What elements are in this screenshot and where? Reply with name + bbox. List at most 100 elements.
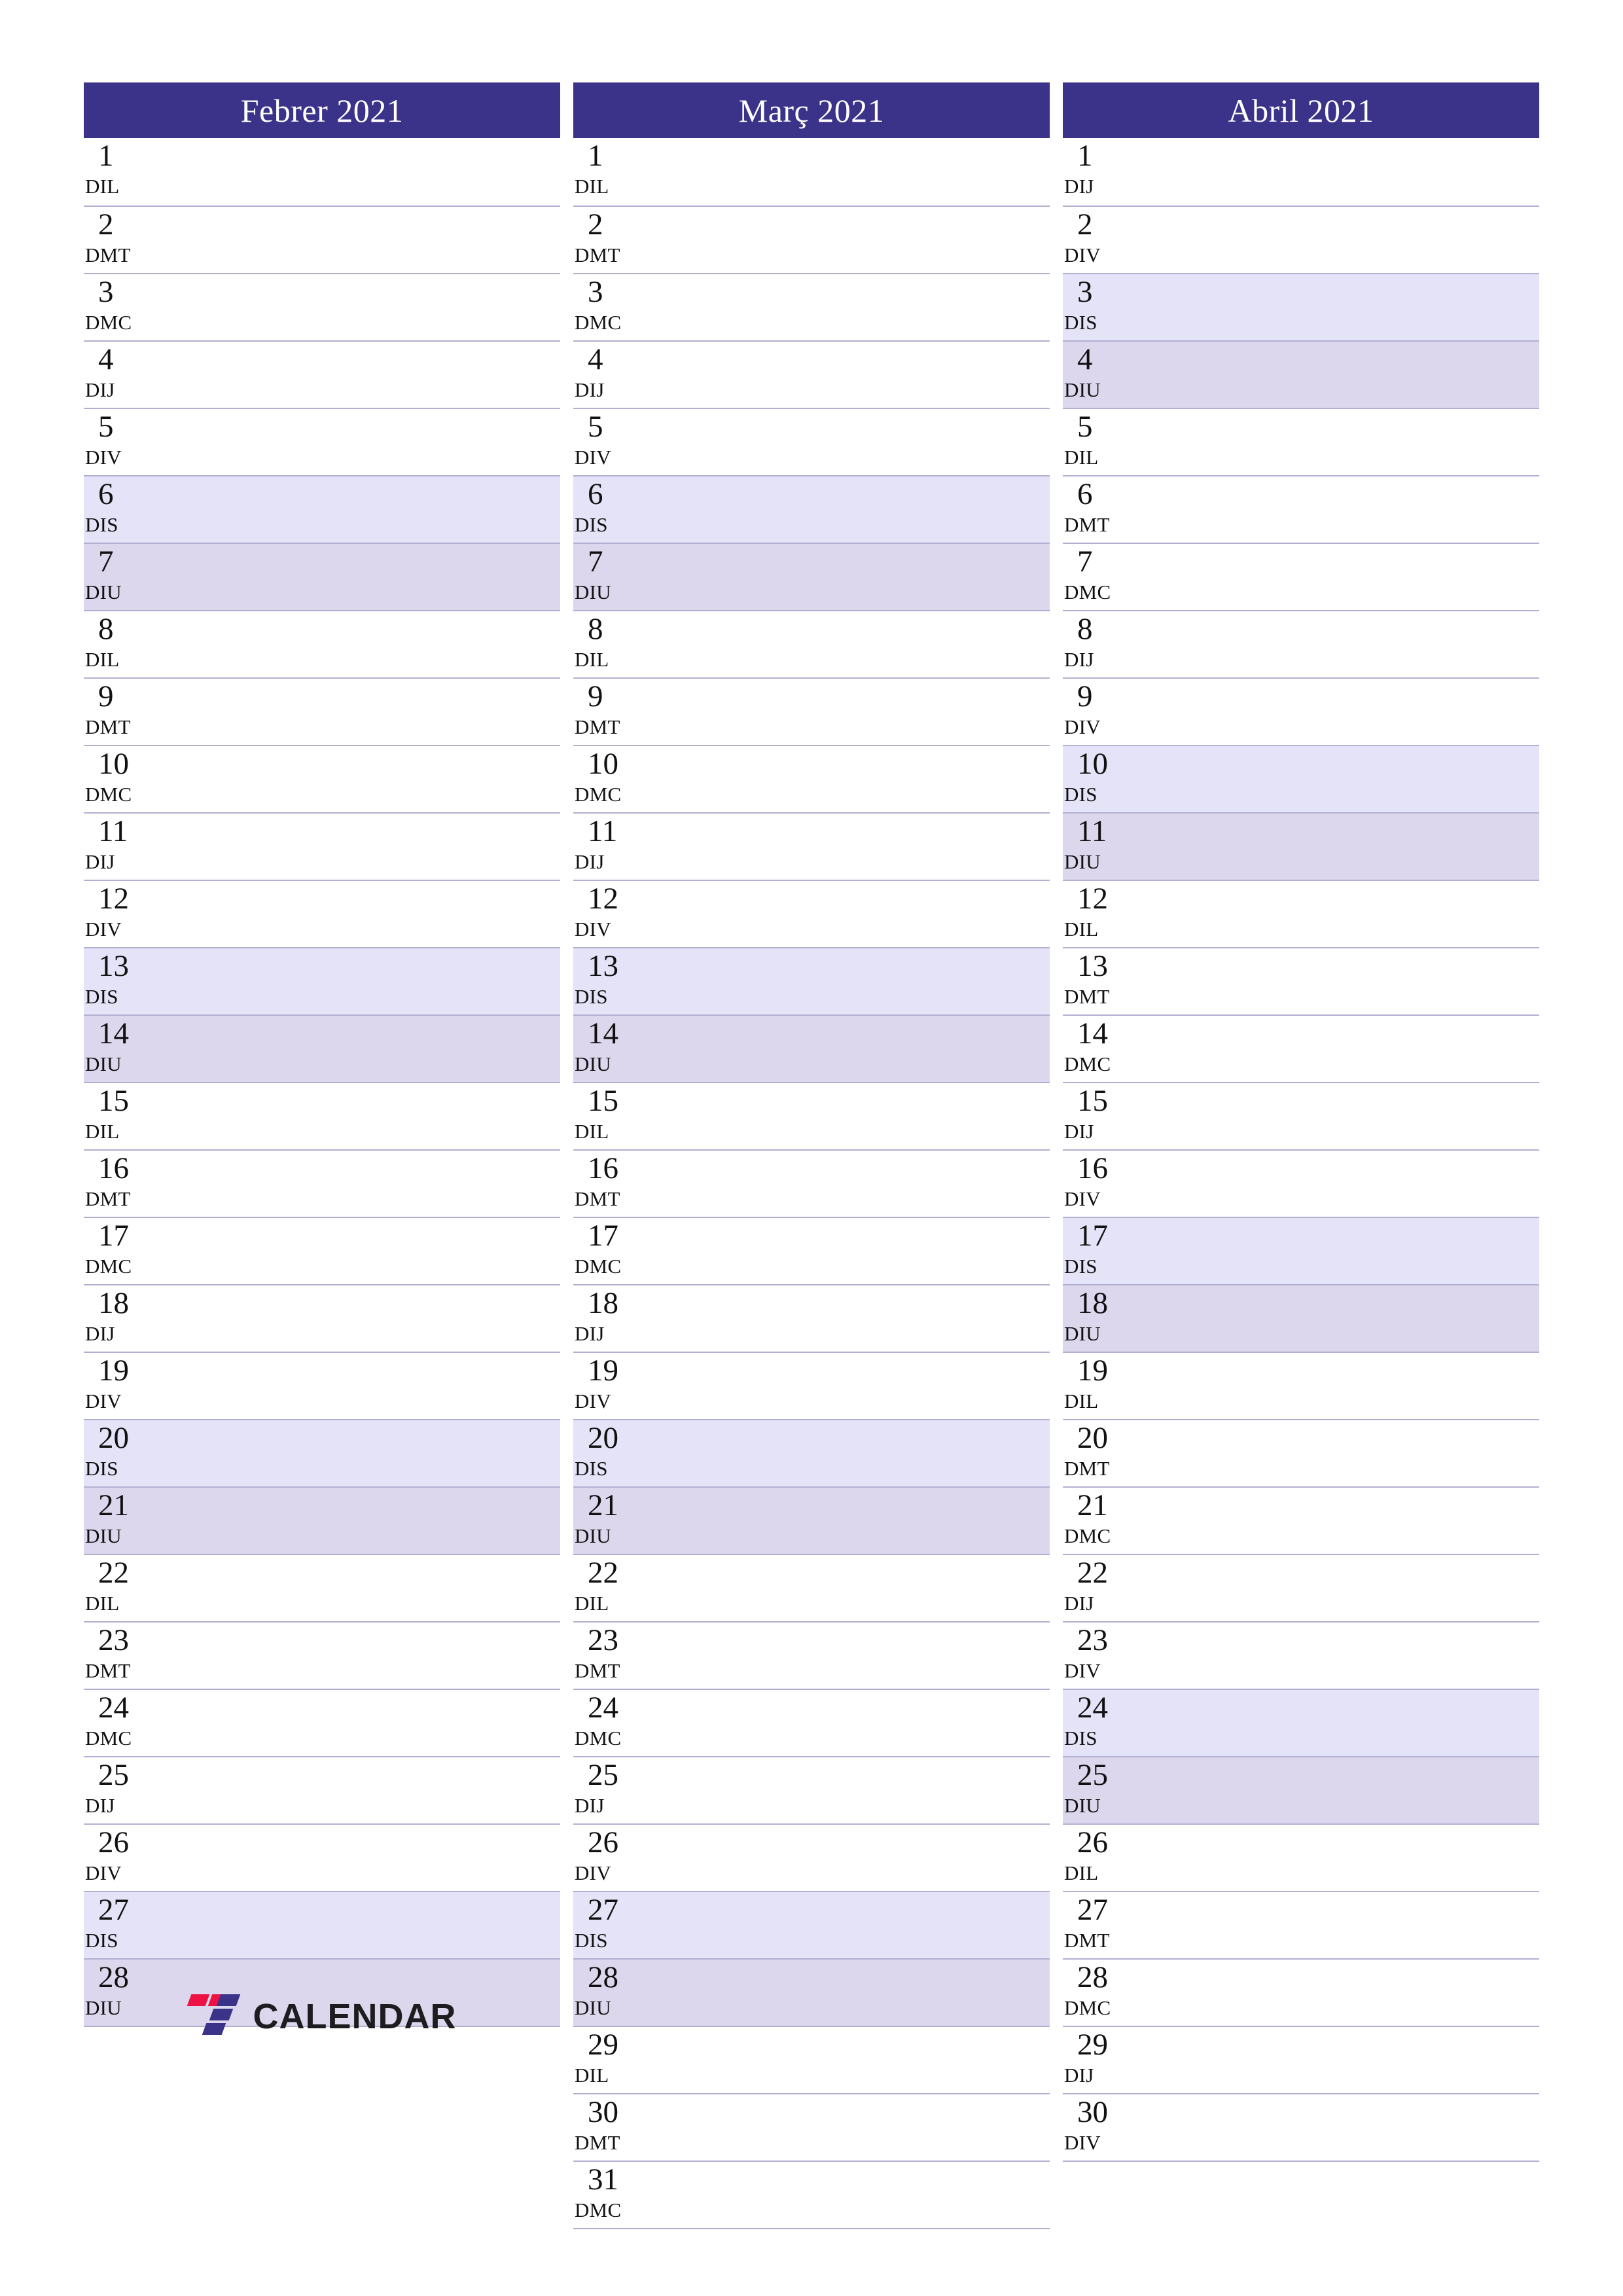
day-row[interactable]: 1 DIL [84,138,560,206]
day-row[interactable]: 5 DIV [573,408,1050,475]
day-row[interactable]: 10 DMC [84,745,560,812]
day-row[interactable]: 16 DIV [1063,1149,1539,1217]
day-row[interactable]: 3 DIS [1063,273,1539,340]
day-row[interactable]: 26 DIV [573,1823,1050,1891]
day-number: 25 [1077,1758,1108,1792]
day-row[interactable]: 16 DMT [84,1149,560,1217]
day-row[interactable]: 8 DIJ [1063,610,1539,677]
day-row[interactable]: 30 DMT [573,2093,1050,2161]
day-weekday-abbr: DMC [575,1727,622,1749]
day-row[interactable]: 23 DMT [84,1621,560,1689]
day-number: 9 [98,679,114,713]
day-row[interactable]: 3 DMC [84,273,560,340]
day-row[interactable]: 16 DMT [573,1149,1050,1217]
day-row[interactable]: 19 DIV [573,1352,1050,1419]
day-row[interactable]: 26 DIL [1063,1823,1539,1891]
day-row[interactable]: 9 DIV [1063,677,1539,745]
day-row[interactable]: 10 DIS [1063,745,1539,812]
day-row[interactable]: 19 DIL [1063,1352,1539,1419]
day-row[interactable]: 30 DIV [1063,2093,1539,2161]
day-row[interactable]: 2 DMT [84,206,560,273]
day-row[interactable]: 5 DIL [1063,408,1539,475]
day-row[interactable]: 21 DIU [84,1486,560,1554]
day-weekday-abbr: DMC [575,311,622,334]
day-row[interactable]: 17 DMC [573,1217,1050,1284]
day-row[interactable]: 7 DIU [84,543,560,610]
day-number: 31 [588,2162,618,2197]
day-row[interactable]: 25 DIU [1063,1756,1539,1823]
day-weekday-abbr: DIJ [85,850,115,873]
day-row[interactable]: 23 DMT [573,1621,1050,1689]
day-row[interactable]: 12 DIV [84,880,560,947]
day-row[interactable]: 20 DIS [84,1419,560,1486]
day-row[interactable]: 3 DMC [573,273,1050,340]
day-row[interactable]: 15 DIL [84,1082,560,1149]
day-row[interactable]: 9 DMT [84,677,560,745]
day-row[interactable]: 26 DIV [84,1823,560,1891]
day-row[interactable]: 20 DIS [573,1419,1050,1486]
day-row[interactable]: 4 DIJ [573,340,1050,408]
day-row[interactable]: 11 DIJ [573,812,1050,880]
day-row[interactable]: 24 DMC [573,1689,1050,1756]
day-row[interactable]: 17 DMC [84,1217,560,1284]
day-row[interactable]: 29 DIJ [1063,2026,1539,2093]
day-row[interactable]: 14 DIU [573,1014,1050,1082]
day-row[interactable]: 25 DIJ [573,1756,1050,1823]
day-weekday-abbr: DIL [575,1592,609,1615]
day-row[interactable]: 27 DIS [573,1891,1050,1958]
day-weekday-abbr: DIL [575,175,609,198]
day-row[interactable]: 24 DMC [84,1689,560,1756]
day-row[interactable]: 7 DMC [1063,543,1539,610]
day-row[interactable]: 13 DIS [573,947,1050,1014]
day-row[interactable]: 29 DIL [573,2026,1050,2093]
day-row[interactable]: 12 DIV [573,880,1050,947]
day-row[interactable]: 1 DIJ [1063,138,1539,206]
day-row[interactable]: 6 DMT [1063,475,1539,543]
day-row[interactable]: 2 DMT [573,206,1050,273]
day-row[interactable]: 14 DIU [84,1014,560,1082]
day-row[interactable]: 18 DIJ [573,1284,1050,1352]
day-row[interactable]: 22 DIJ [1063,1554,1539,1621]
day-row[interactable]: 31 DMC [573,2161,1050,2228]
day-row[interactable]: 21 DIU [573,1486,1050,1554]
day-row[interactable]: 27 DMT [1063,1891,1539,1958]
day-rows-list: 1 DIJ 2 DIV 3 DIS 4 DIU 5 DIL 6 DMT 7 DMC 8 DIJ 9 DIV 10 DI… [1063,138,1539,2162]
day-row[interactable]: 2 DIV [1063,206,1539,273]
day-row[interactable]: 18 DIU [1063,1284,1539,1352]
day-row[interactable]: 8 DIL [84,610,560,677]
day-row[interactable]: 28 DMC [1063,1958,1539,2026]
day-row[interactable]: 25 DIJ [84,1756,560,1823]
day-row[interactable]: 14 DMC [1063,1014,1539,1082]
day-row[interactable]: 21 DMC [1063,1486,1539,1554]
day-row[interactable]: 4 DIJ [84,340,560,408]
day-row[interactable]: 8 DIL [573,610,1050,677]
day-row[interactable]: 22 DIL [84,1554,560,1621]
day-row[interactable]: 13 DMT [1063,947,1539,1014]
day-row[interactable]: 4 DIU [1063,340,1539,408]
day-row[interactable]: 6 DIS [84,475,560,543]
day-row[interactable]: 11 DIU [1063,812,1539,880]
day-row[interactable]: 15 DIL [573,1082,1050,1149]
day-row[interactable]: 6 DIS [573,475,1050,543]
day-number: 19 [98,1354,129,1388]
day-row[interactable]: 5 DIV [84,408,560,475]
day-row[interactable]: 23 DIV [1063,1621,1539,1689]
day-number: 6 [588,477,603,511]
day-row[interactable]: 17 DIS [1063,1217,1539,1284]
day-row[interactable]: 9 DMT [573,677,1050,745]
day-row[interactable]: 10 DMC [573,745,1050,812]
day-row[interactable]: 22 DIL [573,1554,1050,1621]
day-row[interactable]: 19 DIV [84,1352,560,1419]
day-row[interactable]: 11 DIJ [84,812,560,880]
day-row[interactable]: 15 DIJ [1063,1082,1539,1149]
day-row[interactable]: 13 DIS [84,947,560,1014]
day-row[interactable]: 27 DIS [84,1891,560,1958]
day-row[interactable]: 20 DMT [1063,1419,1539,1486]
day-number: 16 [98,1151,129,1185]
day-row[interactable]: 1 DIL [573,138,1050,206]
day-row[interactable]: 7 DIU [573,543,1050,610]
day-row[interactable]: 28 DIU [573,1958,1050,2026]
day-row[interactable]: 24 DIS [1063,1689,1539,1756]
day-row[interactable]: 18 DIJ [84,1284,560,1352]
day-row[interactable]: 12 DIL [1063,880,1539,947]
